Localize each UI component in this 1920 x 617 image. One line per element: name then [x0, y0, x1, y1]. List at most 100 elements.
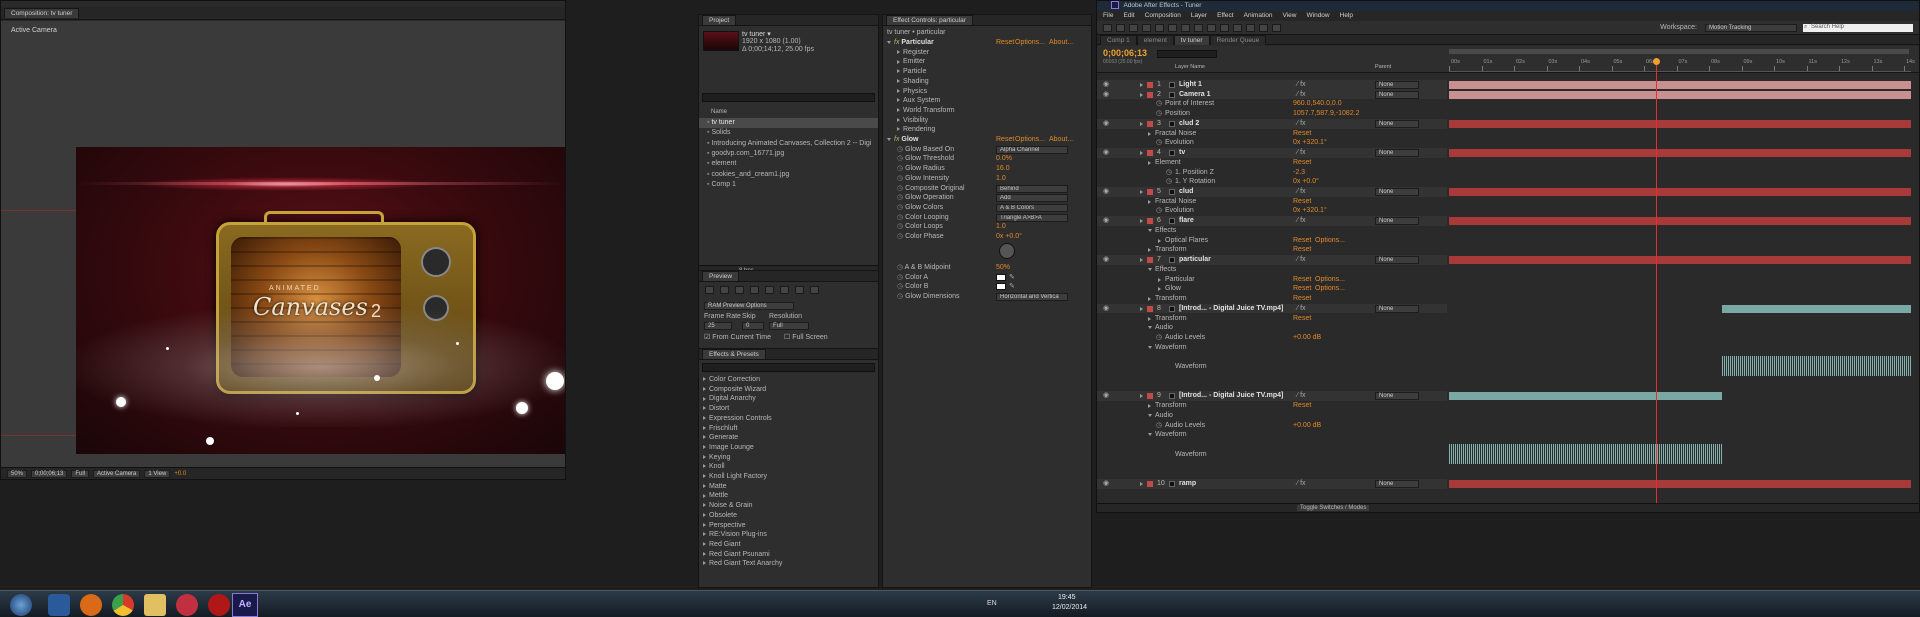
particular-effect-header[interactable]: fx Particular Reset Options... About... — [883, 38, 1091, 48]
track-lane[interactable] — [1449, 197, 1911, 207]
stopwatch-icon[interactable]: ◷ — [897, 204, 905, 211]
effects-category[interactable]: Image Lounge — [699, 443, 878, 453]
expand-triangle-icon[interactable] — [703, 415, 706, 420]
layer-property-row[interactable] — [1097, 382, 1447, 392]
track-lane[interactable] — [1449, 411, 1911, 421]
layer-duration-bar[interactable] — [1449, 119, 1911, 128]
effects-category[interactable]: Noise & Grain — [699, 501, 878, 511]
layer-name[interactable]: particular — [1179, 255, 1211, 265]
expand-triangle-icon[interactable] — [1148, 248, 1151, 253]
next-frame-button[interactable] — [750, 286, 759, 294]
layer-row[interactable]: ◉ 1 Light 1 ⁄ fx None — [1097, 80, 1447, 90]
audio-button[interactable] — [780, 286, 789, 294]
pan-behind-tool-icon[interactable] — [1168, 24, 1177, 32]
timeline-tab[interactable]: tv tuner — [1173, 34, 1210, 45]
property-value[interactable]: Reset — [1293, 129, 1311, 139]
property-value[interactable]: 0x +320.1° — [1293, 138, 1327, 148]
play-button[interactable] — [735, 286, 744, 294]
project-search-input[interactable] — [702, 93, 875, 102]
track-lane[interactable] — [1449, 391, 1911, 401]
layer-switches[interactable]: ⁄ fx — [1297, 216, 1306, 226]
project-item[interactable]: ▪ Solids — [699, 128, 878, 138]
layer-property-row[interactable] — [1097, 469, 1447, 479]
stopwatch-icon[interactable]: ◷ — [897, 175, 905, 182]
expand-triangle-icon[interactable] — [1148, 316, 1151, 321]
layer-switches[interactable]: ⁄ fx — [1297, 119, 1306, 129]
visibility-icon[interactable]: ◉ — [1103, 479, 1109, 489]
expand-triangle-icon[interactable] — [703, 386, 706, 391]
current-timecode[interactable]: 0;00;06;13 — [1103, 48, 1147, 58]
effect-property-value[interactable]: 1.0 — [996, 222, 1006, 232]
layer-duration-bar[interactable] — [1449, 90, 1911, 99]
expand-triangle-icon[interactable] — [1148, 131, 1151, 136]
track-lane[interactable] — [1449, 129, 1911, 139]
project-item[interactable]: ▪ element — [699, 159, 878, 169]
layer-row[interactable]: ◉ 3 clud 2 ⁄ fx None — [1097, 118, 1447, 129]
expand-triangle-icon[interactable] — [703, 425, 706, 430]
project-item[interactable]: ▪ Comp 1 — [699, 180, 878, 190]
effect-property[interactable]: ◷ Composite Original Behind — [883, 184, 1091, 194]
track-lane[interactable] — [1449, 99, 1911, 109]
expand-triangle-icon[interactable] — [1140, 481, 1143, 486]
layer-row[interactable]: ◉ 8 [Introd... - Digital Juice TV.mp4] ⁄ fx… — [1097, 303, 1447, 314]
particular-group[interactable]: Register — [883, 48, 1091, 58]
stopwatch-icon[interactable]: ◷ — [897, 194, 905, 201]
stopwatch-icon[interactable]: ◷ — [897, 264, 905, 271]
eyedropper-icon[interactable]: ✎ — [1009, 282, 1015, 292]
effects-category[interactable]: Red Giant Psunami — [699, 550, 878, 560]
track-lane[interactable] — [1449, 148, 1911, 158]
track-lane[interactable] — [1449, 168, 1911, 178]
property-value[interactable]: 1057.7,587.9,-1082.2 — [1293, 109, 1360, 119]
layer-switches[interactable]: ⁄ fx — [1297, 304, 1306, 314]
effects-category[interactable]: Keying — [699, 453, 878, 463]
effects-category[interactable]: Mettle — [699, 491, 878, 501]
hand-tool-icon[interactable] — [1116, 24, 1125, 32]
expand-triangle-icon[interactable] — [897, 88, 900, 93]
layer-property-row[interactable]: ◷ 1. Position Z -2.3 — [1097, 168, 1447, 178]
effect-property-dropdown[interactable]: Horizontal and Vertica — [996, 293, 1068, 302]
particular-group[interactable]: Particle — [883, 67, 1091, 77]
effects-category[interactable]: Perspective — [699, 521, 878, 531]
effects-category[interactable]: Knoll Light Factory — [699, 472, 878, 482]
about-link[interactable]: About... — [1049, 135, 1073, 145]
expand-triangle-icon[interactable] — [703, 454, 706, 459]
expand-triangle-icon[interactable] — [703, 406, 706, 411]
particular-group[interactable]: Physics — [883, 87, 1091, 97]
explorer-taskbar-icon[interactable] — [144, 594, 166, 616]
views-dropdown[interactable]: 1 View — [144, 469, 171, 478]
visibility-icon[interactable]: ◉ — [1103, 119, 1109, 129]
particular-group[interactable]: Rendering — [883, 125, 1091, 135]
last-frame-button[interactable] — [765, 286, 774, 294]
toggle-switches-button[interactable]: Toggle Switches / Modes — [1297, 505, 1370, 511]
track-lane[interactable] — [1449, 284, 1911, 294]
expand-triangle-icon[interactable] — [1148, 433, 1152, 437]
label-color-swatch[interactable] — [1147, 82, 1153, 88]
expand-triangle-icon[interactable] — [897, 98, 900, 103]
track-lane[interactable] — [1449, 216, 1911, 226]
track-lane[interactable] — [1449, 479, 1911, 489]
layer-property-row[interactable] — [1097, 352, 1447, 362]
layer-property-row[interactable]: Waveform — [1097, 430, 1447, 440]
layer-property-row[interactable]: ◷ Evolution 0x +320.1° — [1097, 138, 1447, 148]
eyedropper-icon[interactable]: ✎ — [1009, 273, 1015, 283]
effect-property[interactable]: ◷ Glow Operation Add — [883, 193, 1091, 203]
track-lane[interactable] — [1449, 314, 1911, 324]
property-value[interactable]: 960.0,540.0,0.0 — [1293, 99, 1342, 109]
track-lane[interactable] — [1449, 294, 1911, 304]
expand-triangle-icon[interactable] — [703, 435, 706, 440]
layer-property-row[interactable] — [1097, 459, 1447, 469]
menu-item[interactable]: Edit — [1123, 11, 1134, 21]
expand-triangle-icon[interactable] — [1158, 238, 1161, 243]
layer-switches[interactable]: ⁄ fx — [1297, 187, 1306, 197]
track-lane[interactable] — [1449, 421, 1911, 431]
expand-triangle-icon[interactable] — [1140, 258, 1143, 263]
composition-tab[interactable]: Composition: tv tuner — [4, 8, 80, 18]
property-value[interactable]: +0.00 dB — [1293, 333, 1321, 343]
layer-property-row[interactable]: Optical Flares Reset Options... — [1097, 236, 1447, 246]
expand-triangle-icon[interactable] — [1140, 83, 1143, 87]
expand-triangle-icon[interactable] — [703, 474, 706, 479]
expand-triangle-icon[interactable] — [1158, 287, 1161, 292]
layer-name[interactable]: tv — [1179, 148, 1185, 158]
particular-group[interactable]: Visibility — [883, 116, 1091, 126]
property-value[interactable]: Reset — [1293, 401, 1311, 411]
